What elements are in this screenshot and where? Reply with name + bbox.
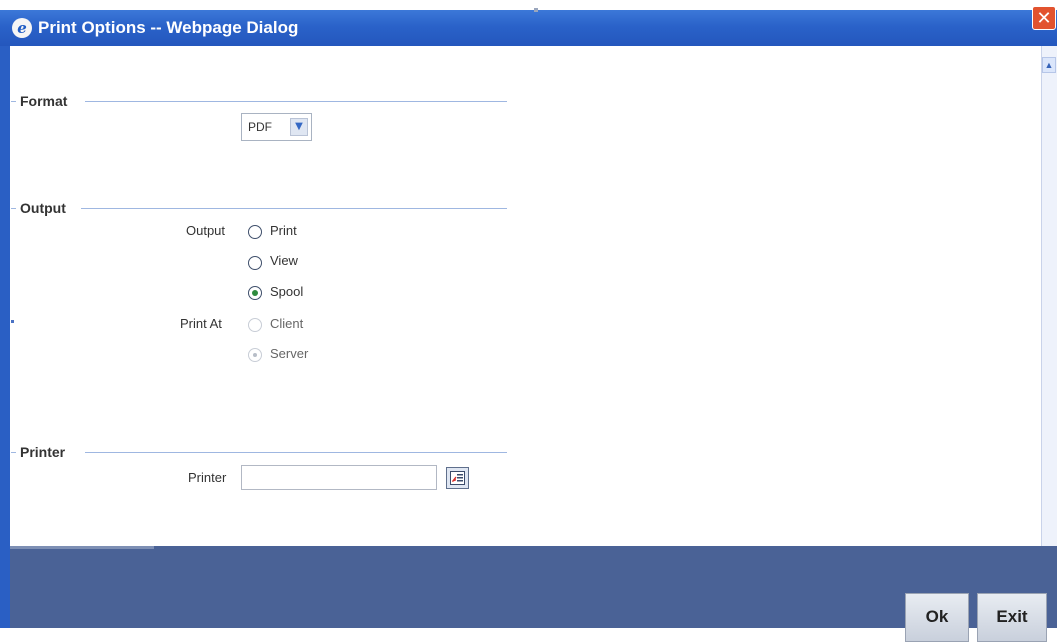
- format-section-rule: [85, 101, 507, 102]
- printer-section-rule: [85, 452, 507, 453]
- format-select[interactable]: PDF ▼: [241, 113, 312, 141]
- output-label: Output: [186, 223, 226, 238]
- printer-label: Printer: [188, 470, 227, 485]
- window-frame-left: [0, 46, 10, 628]
- printer-input[interactable]: [241, 465, 437, 490]
- radio-client-label: Client: [270, 316, 304, 331]
- radio-selected-dot: [253, 353, 257, 357]
- radio-print[interactable]: [248, 225, 262, 239]
- section-dash: [11, 452, 16, 453]
- print-at-label: Print At: [180, 316, 222, 331]
- frame-marker-left: [11, 320, 14, 323]
- format-select-value: PDF: [248, 120, 272, 134]
- output-section-rule: [81, 208, 507, 209]
- printer-lookup-button[interactable]: [446, 467, 469, 489]
- radio-view[interactable]: [248, 256, 262, 270]
- chevron-down-icon[interactable]: ▼: [290, 118, 308, 136]
- radio-view-label[interactable]: View: [270, 253, 298, 269]
- radio-spool-label[interactable]: Spool: [270, 284, 303, 300]
- radio-selected-dot: [252, 290, 258, 296]
- dialog-content: [10, 46, 1041, 546]
- radio-server: [248, 348, 262, 362]
- dialog-footer: [10, 546, 1057, 628]
- resize-grip: [534, 8, 538, 12]
- internet-explorer-icon: e: [12, 18, 32, 38]
- title-bar: e Print Options -- Webpage Dialog: [0, 10, 1057, 46]
- section-dash: [11, 208, 16, 209]
- section-dash: [11, 101, 16, 102]
- window-title: Print Options -- Webpage Dialog: [38, 18, 299, 37]
- footer-divider: [10, 546, 154, 549]
- radio-server-label: Server: [270, 346, 309, 361]
- radio-print-label[interactable]: Print: [270, 223, 297, 239]
- ok-button[interactable]: Ok: [905, 593, 969, 642]
- exit-button[interactable]: Exit: [977, 593, 1047, 642]
- radio-client: [248, 318, 262, 332]
- list-of-values-icon: [450, 471, 465, 485]
- close-button[interactable]: ✕: [1032, 6, 1056, 30]
- scroll-up-icon[interactable]: ▲: [1042, 57, 1056, 73]
- printer-section-title: Printer: [20, 444, 66, 460]
- format-section-title: Format: [20, 93, 68, 109]
- vertical-scrollbar[interactable]: [1041, 46, 1057, 570]
- radio-spool[interactable]: [248, 286, 262, 300]
- output-section-title: Output: [20, 200, 66, 216]
